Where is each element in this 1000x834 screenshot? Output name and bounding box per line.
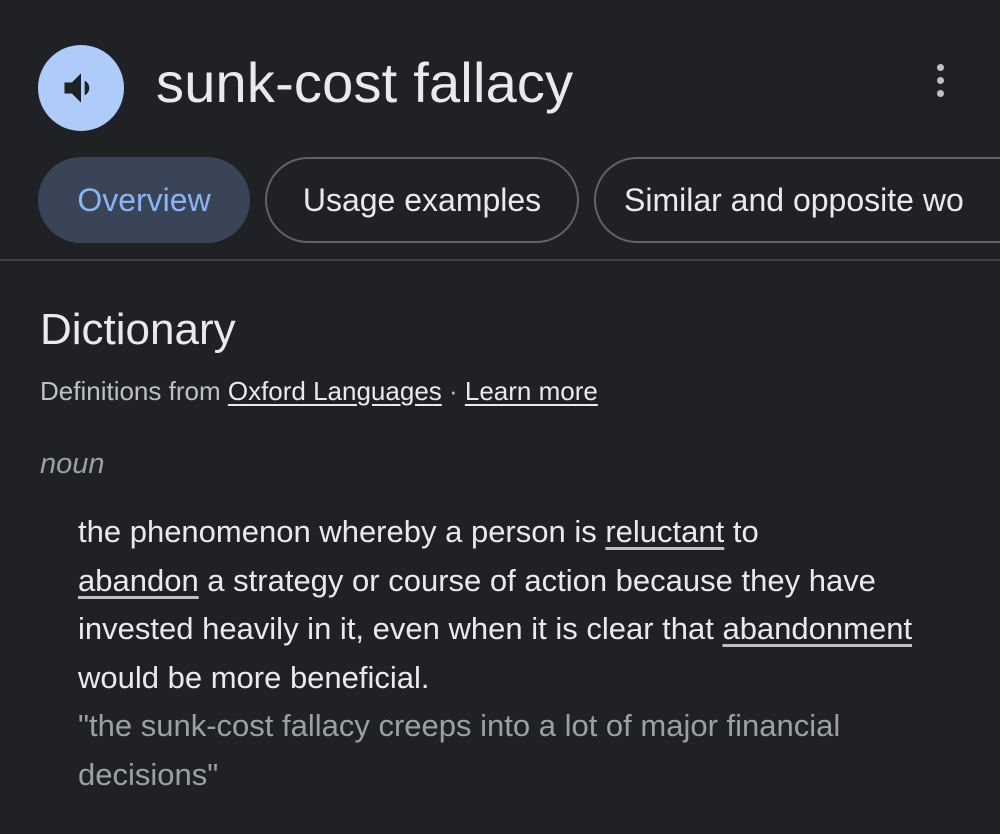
definition-text: the phenomenon whereby a person is reluc… (78, 508, 978, 702)
more-vert-icon-dot (936, 76, 944, 84)
definition-segment: the phenomenon whereby a person is (78, 514, 606, 549)
reluctant-link[interactable]: reluctant (605, 514, 724, 549)
tab-usage-examples[interactable]: Usage examples (265, 157, 579, 243)
definition-segment: would be more beneficial. (78, 659, 430, 695)
tab-bar: Overview Usage examples Similar and oppo… (38, 157, 1000, 243)
abandonment-link[interactable]: abandonment (722, 611, 912, 646)
source-prefix: Definitions from (40, 376, 228, 406)
definition-segment: to (724, 514, 759, 549)
learn-more-link[interactable]: Learn more (465, 376, 598, 406)
usage-example: "the sunk-cost fallacy creeps into a lot… (78, 708, 841, 792)
header: sunk-cost fallacy (0, 0, 1000, 150)
source-separator: · (441, 376, 465, 406)
abandon-link[interactable]: abandon (78, 563, 199, 598)
oxford-languages-link[interactable]: Oxford Languages (228, 376, 442, 406)
pronunciation-button[interactable] (38, 45, 124, 131)
volume-up-icon (64, 73, 90, 103)
more-vert-icon (936, 63, 944, 71)
part-of-speech: noun (40, 448, 105, 480)
definitions-source: Definitions from Oxford Languages · Lear… (40, 374, 598, 408)
more-vert-icon-dot (936, 89, 944, 97)
tab-similar-and-opposite-words[interactable]: Similar and opposite wo (594, 157, 1000, 243)
more-options-button[interactable] (920, 56, 960, 104)
dictionary-heading: Dictionary (40, 305, 236, 354)
tab-overview[interactable]: Overview (38, 157, 250, 243)
divider (0, 259, 1000, 261)
search-term-title: sunk-cost fallacy (156, 51, 574, 114)
